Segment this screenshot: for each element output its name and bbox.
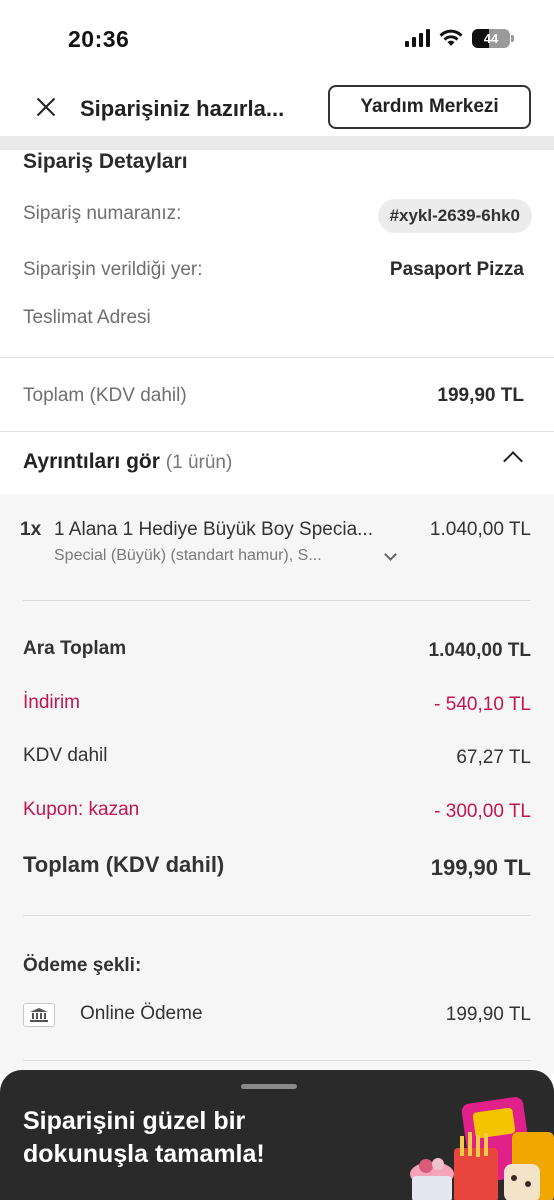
payment-method-name: Online Ödeme [80,1003,203,1024]
divider [23,915,531,916]
drag-handle[interactable] [241,1084,297,1089]
vat-value: 67,27 TL [456,747,531,768]
restaurant-name: Pasaport Pizza [389,259,524,280]
order-details-title: Sipariş Detayları [23,150,188,173]
coupon-value: - 300,00 TL [434,801,531,822]
wifi-icon [439,29,463,46]
help-center-button[interactable]: Yardım Merkezi [328,85,531,129]
discount-label: İndirim [23,692,81,713]
battery-icon: 44 [472,28,514,48]
order-total-label: Toplam (KDV dahil) [23,385,187,406]
promo-bottom-sheet[interactable]: Siparişini güzel bir dokunuşla tamamla! [0,1070,554,1200]
close-icon[interactable] [30,92,62,124]
status-time: 20:36 [68,26,130,52]
grand-total-value: 199,90 TL [430,855,531,880]
grand-total-label: Toplam (KDV dahil) [23,852,225,877]
payment-amount: 199,90 TL [445,1004,531,1025]
item-count: (1 ürün) [165,452,233,473]
promo-text: Siparişini güzel bir dokunuşla tamamla! [23,1107,265,1168]
restaurant-label: Siparişin verildiği yer: [23,259,203,280]
bank-icon [23,1003,55,1027]
payment-method-title: Ödeme şekli: [23,955,142,976]
item-description: Special (Büyük) (standart hamur), S... [54,547,322,564]
coupon-label: Kupon: kazan [23,799,140,820]
order-total-value: 199,90 TL [437,385,524,406]
status-bar: 20:36 44 [0,0,554,80]
divider [23,1060,531,1061]
item-price: 1.040,00 TL [429,519,531,540]
header: Siparişiniz hazırla... Yardım Merkezi [0,80,554,136]
section-divider [0,136,554,150]
subtotal-label: Ara Toplam [23,638,127,659]
cellular-signal-icon [405,29,430,47]
delivery-address-label: Teslimat Adresi [23,307,151,328]
order-breakdown [0,494,554,1074]
details-toggle[interactable]: Ayrıntıları gör (1 ürün) [0,432,554,494]
vat-label: KDV dahil [23,745,108,766]
item-quantity: 1x [20,519,42,540]
status-icons: 44 [405,28,514,48]
order-number-badge[interactable]: #xykl-2639-6hk0 [377,199,532,233]
divider [23,600,531,601]
subtotal-value: 1.040,00 TL [428,640,531,661]
order-number-label: Sipariş numaranız: [23,203,182,224]
snacks-illustration [410,1097,554,1200]
divider [0,357,554,358]
item-name: 1 Alana 1 Hediye Büyük Boy Specia... [54,519,373,540]
discount-value: - 540,10 TL [434,694,531,715]
details-toggle-label: Ayrıntıları gör (1 ürün) [23,450,233,473]
page-title: Siparişiniz hazırla... [80,96,285,121]
chevron-up-icon[interactable] [503,451,523,471]
battery-percent: 44 [483,30,499,46]
